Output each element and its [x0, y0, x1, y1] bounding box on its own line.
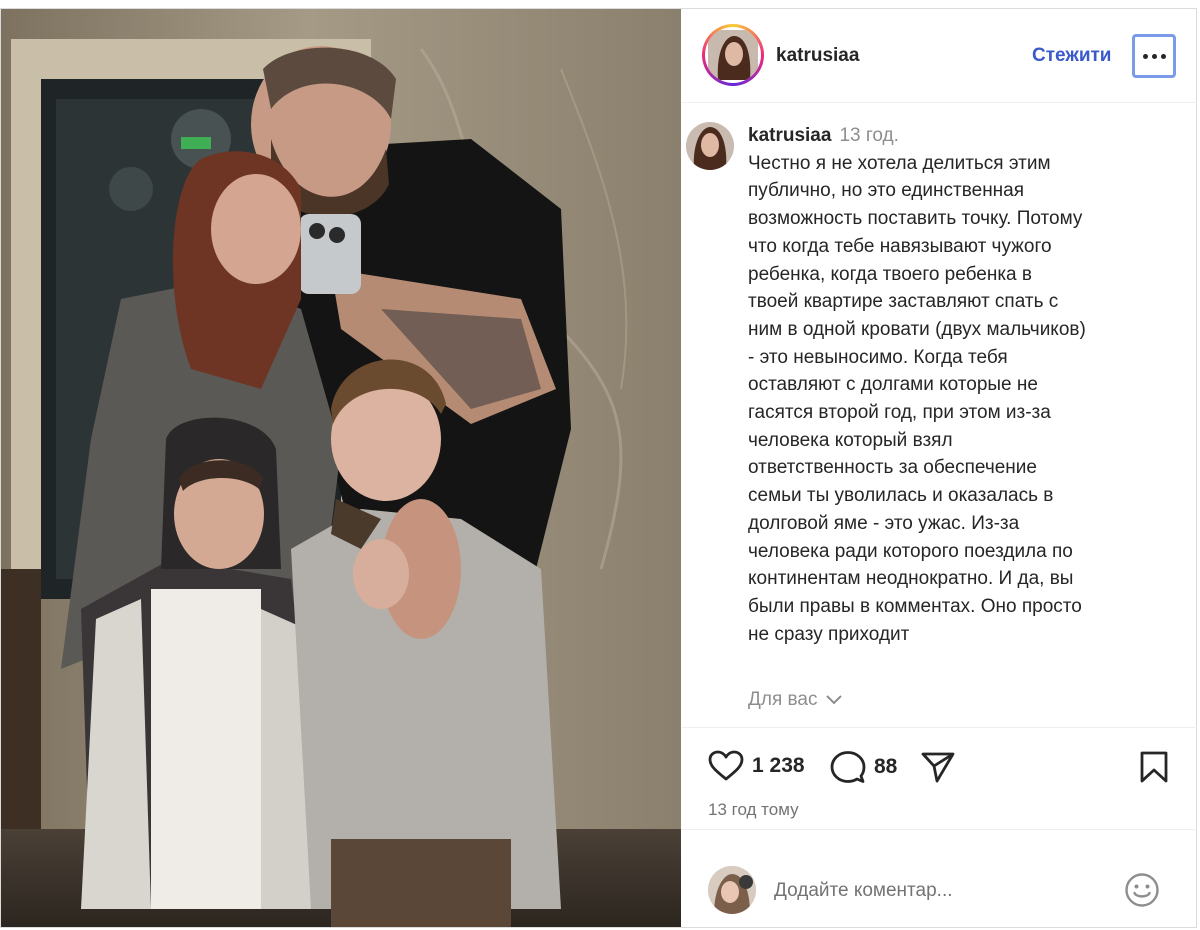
more-horizontal-icon	[1142, 53, 1148, 59]
current-user-avatar	[708, 866, 756, 914]
share-button[interactable]	[920, 750, 956, 784]
likes-count[interactable]: 1 238	[752, 754, 805, 778]
caption-time[interactable]: 13 год.	[839, 125, 898, 146]
post-frame: katrusiaa Стежити katrusiaa 13 год. Честн…	[0, 8, 1197, 928]
chevron-down-icon	[826, 695, 843, 705]
author-avatar-story-ring[interactable]	[702, 24, 764, 86]
emoji-icon	[1125, 873, 1159, 907]
post-photo[interactable]	[1, 9, 681, 927]
bookmark-icon	[1140, 751, 1168, 783]
post-time-ago[interactable]: 13 год тому	[708, 800, 799, 820]
avatar-image	[708, 30, 758, 80]
post-caption: katrusiaa 13 год. Честно я не хотела дели…	[748, 122, 1178, 648]
for-you-label: Для вас	[748, 689, 818, 710]
follow-button[interactable]: Стежити	[1032, 45, 1111, 67]
author-username[interactable]: katrusiaa	[776, 45, 859, 67]
like-button[interactable]: 1 238	[708, 750, 805, 782]
more-horizontal-icon-dot	[1160, 53, 1166, 59]
caption-author-avatar[interactable]	[686, 122, 734, 170]
caption-username[interactable]: katrusiaa	[748, 125, 831, 146]
more-options-button[interactable]	[1132, 34, 1176, 78]
comment-icon	[830, 751, 866, 783]
add-comment-section	[682, 829, 1197, 927]
caption-text: Честно я не хотела делиться этим публичн…	[748, 152, 1086, 645]
emoji-button[interactable]	[1124, 872, 1160, 908]
author-avatar[interactable]	[705, 27, 761, 83]
for-you-dropdown[interactable]: Для вас	[748, 689, 843, 711]
post-header: katrusiaa Стежити	[682, 9, 1197, 103]
avatar-image	[708, 866, 756, 914]
family-photo-illustration	[1, 9, 681, 927]
comments-count[interactable]: 88	[874, 755, 897, 779]
share-icon	[921, 752, 955, 783]
more-horizontal-icon-dot	[1151, 53, 1157, 59]
comment-input[interactable]	[774, 876, 1094, 906]
comment-button[interactable]: 88	[830, 750, 897, 784]
avatar-image	[686, 122, 734, 170]
heart-icon	[708, 750, 744, 781]
save-button[interactable]	[1138, 750, 1170, 784]
post-side-panel: katrusiaa Стежити katrusiaa 13 год. Честн…	[682, 9, 1197, 927]
